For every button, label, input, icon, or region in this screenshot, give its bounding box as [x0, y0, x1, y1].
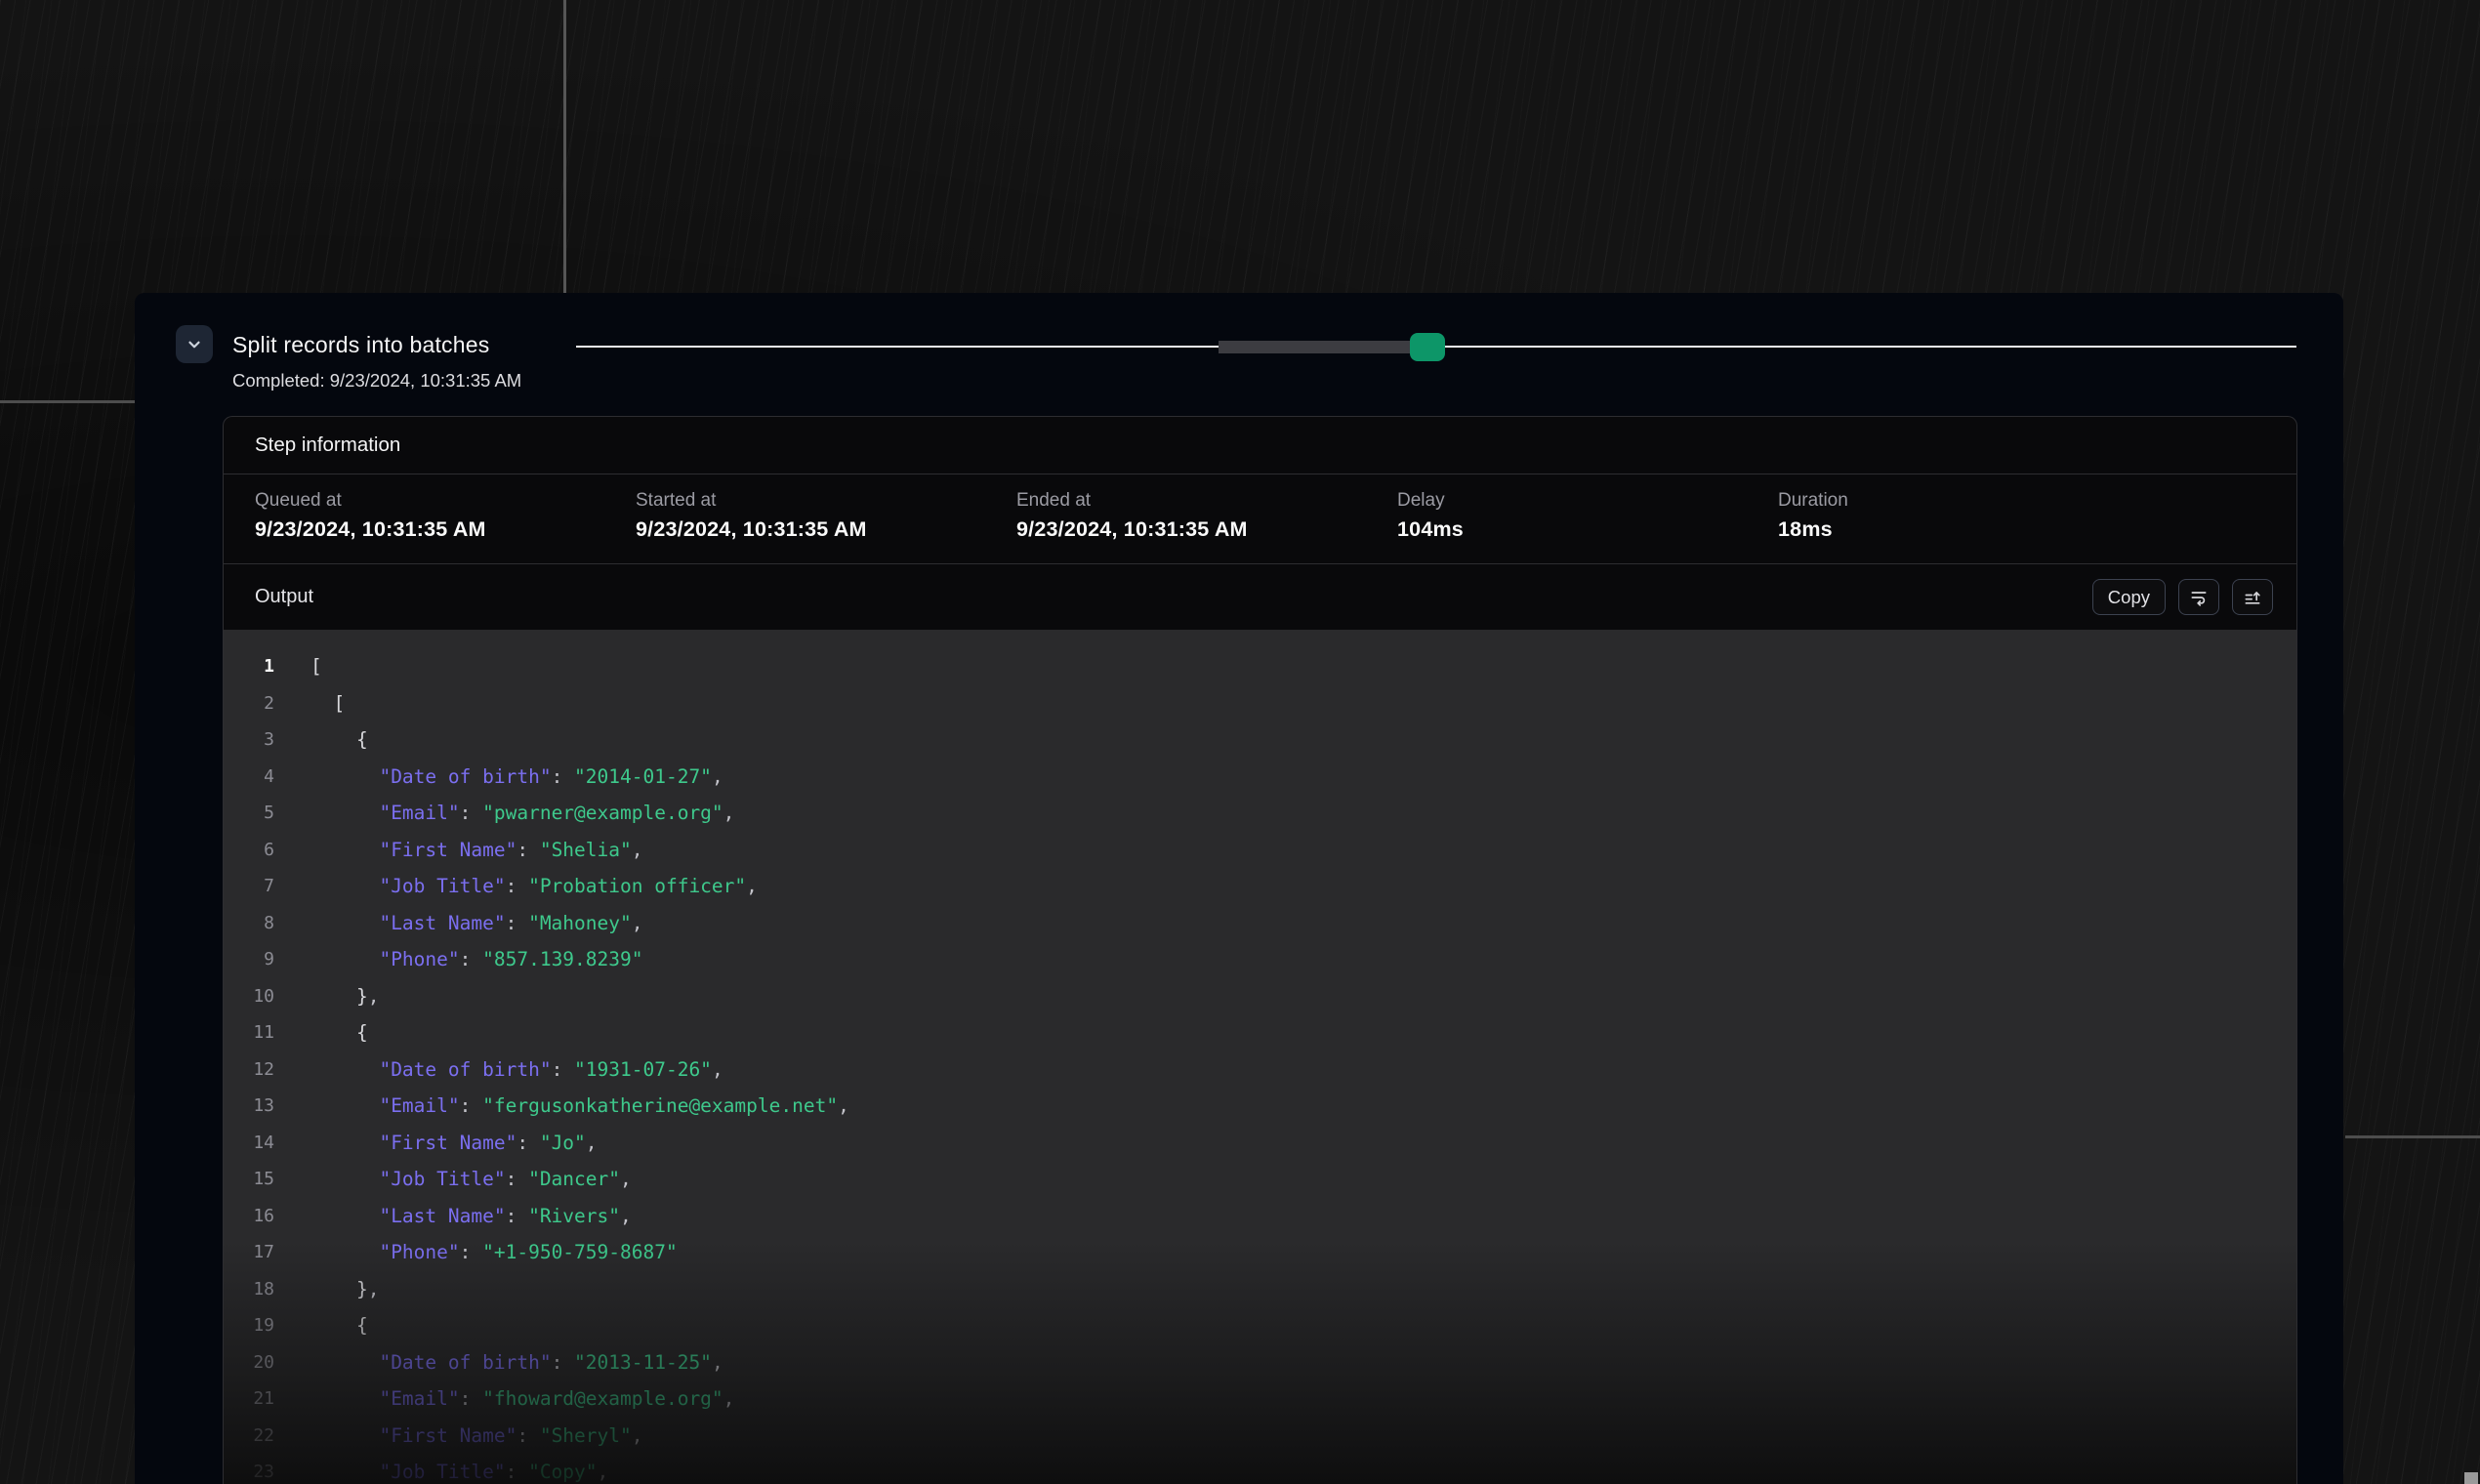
code-line: 1[ — [224, 648, 2296, 685]
wrap-text-button[interactable] — [2178, 579, 2219, 615]
meta-value: 104ms — [1397, 517, 1778, 542]
background-vertical-line — [563, 0, 566, 293]
scroll-corner-nub — [2464, 1472, 2478, 1484]
screen: Split records into batches Completed: 9/… — [0, 0, 2480, 1484]
output-header-bar: Output Copy — [224, 564, 2296, 630]
meta-ended-at: Ended at 9/23/2024, 10:31:35 AM — [1016, 489, 1397, 563]
scroll-top-icon — [2243, 588, 2262, 607]
code-line: 18 }, — [224, 1271, 2296, 1308]
run-timeline-segment — [1219, 341, 1410, 353]
code-line: 15 "Job Title": "Dancer", — [224, 1161, 2296, 1198]
code-line: 2 [ — [224, 685, 2296, 722]
code-line: 4 "Date of birth": "2014-01-27", — [224, 759, 2296, 796]
meta-value: 9/23/2024, 10:31:35 AM — [1016, 517, 1397, 542]
background-horizontal-line-left — [0, 400, 135, 403]
code-line: 21 "Email": "fhoward@example.org", — [224, 1381, 2296, 1418]
chevron-down-icon — [186, 336, 203, 353]
code-line: 6 "First Name": "Shelia", — [224, 832, 2296, 869]
code-line: 12 "Date of birth": "1931-07-26", — [224, 1051, 2296, 1089]
meta-queued-at: Queued at 9/23/2024, 10:31:35 AM — [255, 489, 636, 563]
code-line: 11 { — [224, 1014, 2296, 1051]
step-information-card: Step information Queued at 9/23/2024, 10… — [223, 416, 2297, 1484]
code-line: 16 "Last Name": "Rivers", — [224, 1198, 2296, 1235]
code-line: 14 "First Name": "Jo", — [224, 1125, 2296, 1162]
collapse-step-button[interactable] — [176, 325, 213, 363]
step-completed-text: Completed: 9/23/2024, 10:31:35 AM — [232, 370, 521, 392]
scroll-top-button[interactable] — [2232, 579, 2273, 615]
code-line: 19 { — [224, 1307, 2296, 1344]
meta-label: Duration — [1778, 489, 2159, 513]
code-line: 22 "First Name": "Sheryl", — [224, 1418, 2296, 1455]
run-timeline-handle[interactable] — [1410, 333, 1445, 361]
code-line: 23 "Job Title": "Copy", — [224, 1454, 2296, 1484]
code-line: 20 "Date of birth": "2013-11-25", — [224, 1344, 2296, 1381]
meta-value: 18ms — [1778, 517, 2159, 542]
code-line: 7 "Job Title": "Probation officer", — [224, 868, 2296, 905]
code-line: 9 "Phone": "857.139.8239" — [224, 941, 2296, 978]
meta-duration: Duration 18ms — [1778, 489, 2159, 563]
code-line: 3 { — [224, 721, 2296, 759]
code-line: 5 "Email": "pwarner@example.org", — [224, 795, 2296, 832]
step-title: Split records into batches — [232, 332, 489, 358]
meta-value: 9/23/2024, 10:31:35 AM — [255, 517, 636, 542]
code-block: 1[2 [3 {4 "Date of birth": "2014-01-27",… — [224, 648, 2296, 1484]
code-line: 10 }, — [224, 978, 2296, 1015]
output-title: Output — [255, 586, 313, 608]
meta-label: Delay — [1397, 489, 1778, 513]
meta-started-at: Started at 9/23/2024, 10:31:35 AM — [636, 489, 1016, 563]
wrap-text-icon — [2189, 588, 2209, 607]
meta-delay: Delay 104ms — [1397, 489, 1778, 563]
meta-label: Queued at — [255, 489, 636, 513]
meta-label: Ended at — [1016, 489, 1397, 513]
meta-value: 9/23/2024, 10:31:35 AM — [636, 517, 1016, 542]
output-actions: Copy — [2092, 579, 2273, 615]
copy-button[interactable]: Copy — [2092, 579, 2166, 615]
code-line: 8 "Last Name": "Mahoney", — [224, 905, 2296, 942]
code-line: 17 "Phone": "+1-950-759-8687" — [224, 1234, 2296, 1271]
copy-button-label: Copy — [2108, 587, 2150, 608]
step-info-header: Step information — [224, 417, 2296, 474]
meta-label: Started at — [636, 489, 1016, 513]
output-code-viewer[interactable]: 1[2 [3 {4 "Date of birth": "2014-01-27",… — [224, 630, 2296, 1484]
step-info-title: Step information — [255, 433, 400, 457]
background-horizontal-line-right — [2345, 1135, 2480, 1138]
code-line: 13 "Email": "fergusonkatherine@example.n… — [224, 1088, 2296, 1125]
step-info-meta-row: Queued at 9/23/2024, 10:31:35 AM Started… — [224, 474, 2296, 564]
step-detail-panel: Split records into batches Completed: 9/… — [135, 293, 2343, 1484]
